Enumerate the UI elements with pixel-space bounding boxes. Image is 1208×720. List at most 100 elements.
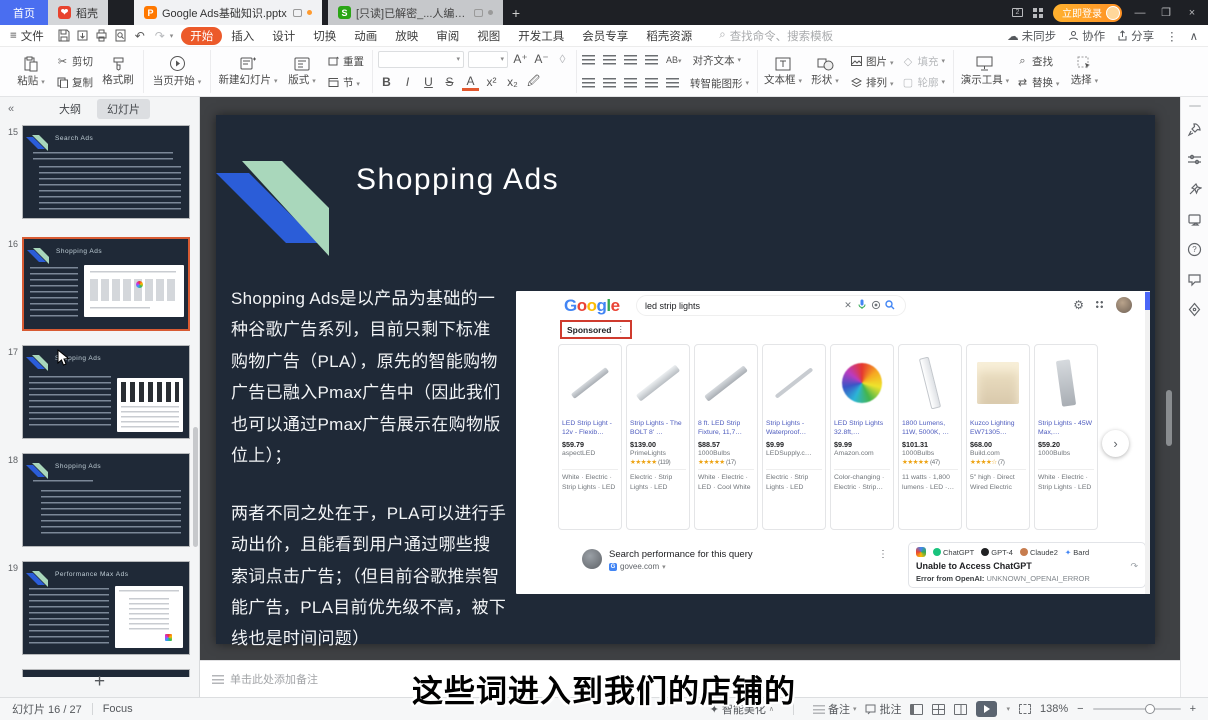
menu-item-devtools[interactable]: 开发工具 [509,27,573,45]
font-name-select[interactable]: ▾ [378,51,464,68]
slide-thumbnail-16-selected[interactable]: Shopping Ads [22,237,190,331]
slide-thumbnail-15[interactable]: Search Ads [22,125,190,219]
tab-document-2[interactable]: S [只读]已解密_...人编辑广种草bf [328,0,503,25]
slide-16[interactable]: Shopping Ads Shopping Ads是以产品为基础的一种谷歌广告系… [216,115,1155,644]
menu-item-animation[interactable]: 动画 [345,27,386,45]
editing-canvas[interactable]: Shopping Ads Shopping Ads是以产品为基础的一种谷歌广告系… [200,97,1180,660]
slide-title[interactable]: Shopping Ads [356,163,559,197]
collapse-panel-button[interactable]: « [0,103,22,115]
text-direction-icon[interactable]: AB▾ [666,55,682,65]
menu-item-design[interactable]: 设计 [263,27,304,45]
superscript-button[interactable]: x² [483,75,500,89]
replace-button[interactable]: ⇄替换 ▾ [1013,73,1062,91]
underline-button[interactable]: U [420,75,437,89]
smart-effects-icon[interactable] [1187,182,1202,197]
tab-outline[interactable]: 大纲 [49,99,91,119]
decrease-indent-icon[interactable] [624,55,637,65]
menu-item-transition[interactable]: 切换 [304,27,345,45]
feedback-icon[interactable] [1187,272,1202,287]
to-smartart-button[interactable]: 转智能图形 ▾ [687,74,752,92]
slide-thumbnail-19[interactable]: Performance Max Ads [22,561,190,655]
menu-item-insert[interactable]: 插入 [222,27,263,45]
menu-item-home[interactable]: 开始 [181,27,222,45]
print-preview-icon[interactable] [114,29,127,42]
google-screenshot-image[interactable]: Google led strip lights ✕ ⚙ Sponsored ⋮ [516,291,1150,594]
screen-mirror-icon[interactable] [1187,212,1202,227]
arrange-button[interactable]: 排列 ▾ [847,73,896,91]
history-caret-icon[interactable]: ▾ [170,32,174,40]
justify-icon[interactable] [645,78,658,88]
play-from-current-button[interactable]: 当页开始 ▾ [149,50,205,94]
menu-item-member[interactable]: 会员专享 [573,27,637,45]
save-icon[interactable] [57,29,70,42]
help-icon[interactable]: ? [1187,242,1202,257]
subscript-button[interactable]: x₂ [504,75,521,89]
presentation-tools-button[interactable]: 演示工具 ▾ [959,50,1011,94]
login-button[interactable]: 立即登录 [1053,4,1122,22]
decrease-font-icon[interactable]: A⁻ [533,52,550,66]
collapse-ribbon-icon[interactable]: ∧ [1190,29,1198,43]
layout-button[interactable]: 版式 ▾ [282,50,322,94]
menu-item-review[interactable]: 审阅 [427,27,468,45]
find-button[interactable]: ⌕查找 [1013,52,1062,70]
undo-icon[interactable]: ↶ [132,29,148,43]
shapes-button[interactable]: 形状 ▾ [805,50,845,94]
highlight-button[interactable]: 🖉 [525,72,542,93]
align-center-icon[interactable] [603,78,616,88]
text-box-button[interactable]: 文本框 ▾ [763,50,803,94]
clear-format-icon[interactable]: ◊ [554,52,571,66]
reset-button[interactable]: 重置 [324,52,367,70]
menu-item-view[interactable]: 视图 [468,27,509,45]
line-spacing-icon[interactable] [666,78,679,88]
more-options-icon[interactable]: ⋮ [1166,29,1178,43]
bullet-list-icon[interactable] [582,55,595,65]
collaborate-button[interactable]: 协作 [1068,28,1105,44]
canvas-scrollbar[interactable] [1166,390,1172,446]
new-slide-button[interactable]: 新建幻灯片 ▾ [216,50,280,94]
minimize-button[interactable]: — [1132,7,1148,19]
format-painter-button[interactable]: 格式刷 [98,50,138,94]
menu-item-slideshow[interactable]: 放映 [386,27,427,45]
align-right-icon[interactable] [624,78,637,88]
numbered-list-icon[interactable] [603,55,616,65]
bold-button[interactable]: B [378,75,395,89]
print-icon[interactable] [95,29,108,42]
fill-button[interactable]: ◇填充 ▾ [898,52,948,70]
rail-drag-handle[interactable] [1189,105,1201,107]
select-button[interactable]: 选择 ▾ [1064,50,1104,94]
close-button[interactable]: × [1184,7,1200,19]
skill-tips-icon[interactable] [1187,302,1202,317]
strikethrough-button[interactable]: S [441,75,458,89]
restore-button[interactable]: ❐ [1158,6,1174,19]
slide-thumbnail-18[interactable]: Shopping Ads [22,453,190,547]
apps-grid-icon[interactable] [1033,8,1043,18]
cut-button[interactable]: ✂剪切 [53,52,96,70]
align-left-icon[interactable] [582,78,595,88]
docer-rocket-icon[interactable] [1187,122,1202,137]
new-tab-button[interactable]: + [503,0,529,25]
increase-font-icon[interactable]: A⁺ [512,52,529,66]
font-color-button[interactable]: A [462,74,479,91]
share-button[interactable]: 分享 [1117,28,1154,44]
export-icon[interactable] [76,29,89,42]
align-text-button[interactable]: 对齐文本 ▾ [690,51,745,69]
tab-home[interactable]: 首页 [0,0,48,25]
menu-file[interactable]: ≡ 文件 [10,28,44,44]
thumbnail-scrollbar[interactable] [193,427,198,547]
copy-button[interactable]: 复制 [53,73,96,91]
slide-body-text[interactable]: Shopping Ads是以产品为基础的一种谷歌广告系列，目前只剩下标准购物广告… [231,283,507,655]
tab-document-active[interactable]: P Google Ads基础知识.pptx [134,0,322,25]
properties-sliders-icon[interactable] [1187,152,1202,167]
slide-thumbnail-17[interactable]: Shopping Ads [22,345,190,439]
tab-slides[interactable]: 幻灯片 [97,99,150,119]
outline-button[interactable]: ▢轮廓 ▾ [898,73,948,91]
window-manager-icon[interactable]: 2 [1012,8,1023,17]
sync-status[interactable]: ☁未同步 [1007,28,1056,44]
font-size-select[interactable]: ▾ [468,51,508,68]
command-search-input[interactable]: ⌕ 查找命令、搜索模板 [719,28,833,44]
slide-decoration-shapes[interactable] [216,153,336,273]
menu-item-docer-resources[interactable]: 稻壳资源 [637,27,701,45]
picture-button[interactable]: 图片 ▾ [847,52,896,70]
paste-button[interactable]: 粘贴 ▾ [11,50,51,94]
section-button[interactable]: 节 ▾ [324,73,367,91]
